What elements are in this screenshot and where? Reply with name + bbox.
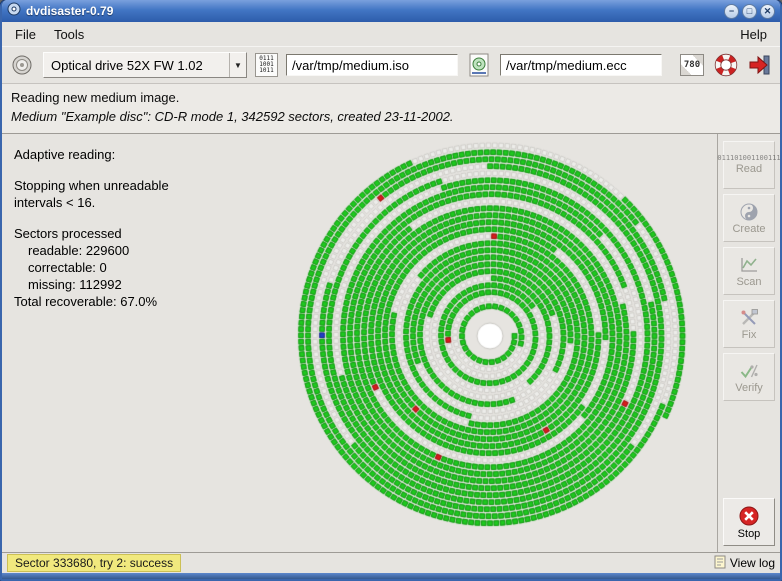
create-label: Create — [732, 223, 765, 235]
sector-status: Sector 333680, try 2: success — [7, 554, 181, 572]
lifebelt-icon — [714, 53, 738, 77]
drive-icon — [9, 52, 35, 78]
drive-select[interactable]: Optical drive 52X FW 1.02 ▼ — [43, 52, 247, 78]
stop-icon — [738, 505, 760, 527]
sectors-readable: readable: 229600 — [14, 242, 169, 259]
sectors-missing: missing: 112992 — [14, 276, 169, 293]
window-controls: − □ ✕ — [724, 4, 775, 19]
content-area: Adaptive reading: Stopping when unreadab… — [2, 134, 780, 552]
read-label: Read — [736, 163, 762, 175]
total-recoverable: Total recoverable: 67.0% — [14, 293, 169, 310]
reading-info-block: Adaptive reading: Stopping when unreadab… — [14, 146, 169, 310]
stopping-line2: intervals < 16. — [14, 194, 169, 211]
adaptive-reading-label: Adaptive reading: — [14, 146, 169, 163]
medium-info: Medium "Example disc": CD-R mode 1, 3425… — [11, 109, 771, 124]
maximize-button[interactable]: □ — [742, 4, 757, 19]
view-log-label: View log — [730, 556, 775, 570]
stopping-line1: Stopping when unreadable — [14, 177, 169, 194]
exit-arrow-icon — [748, 53, 772, 77]
main-panel: Adaptive reading: Stopping when unreadab… — [2, 134, 717, 552]
menu-tools[interactable]: Tools — [45, 24, 93, 45]
binary-read-icon: 011101001100111 — [717, 155, 780, 162]
menubar: File Tools Help — [2, 22, 780, 46]
ecc-file-icon — [466, 52, 492, 78]
menu-help[interactable]: Help — [731, 24, 776, 45]
view-log-button[interactable]: View log — [714, 555, 775, 572]
window-frame-bottom — [2, 573, 780, 579]
app-window: dvdisaster-0.79 − □ ✕ File Tools Help Op… — [0, 0, 782, 581]
sectors-processed-label: Sectors processed — [14, 225, 169, 242]
iso-path-input[interactable] — [286, 54, 458, 76]
ecc-path-input[interactable] — [500, 54, 662, 76]
iso-icon-row: 1011 — [259, 68, 273, 74]
checkmark-percent-icon — [739, 361, 759, 381]
preferences-button[interactable]: 780 — [679, 52, 705, 78]
chart-icon — [739, 255, 759, 275]
quit-button[interactable] — [747, 52, 773, 78]
sectors-correctable: correctable: 0 — [14, 259, 169, 276]
menu-file[interactable]: File — [6, 24, 45, 45]
fix-button[interactable]: Fix — [723, 300, 775, 348]
preferences-icon: 780 — [680, 54, 704, 76]
stop-button[interactable]: Stop — [723, 498, 775, 546]
window-title: dvdisaster-0.79 — [26, 4, 719, 18]
status-message-area: Reading new medium image. Medium "Exampl… — [2, 84, 780, 134]
toolbar: Optical drive 52X FW 1.02 ▼ 0111 1001 10… — [2, 46, 780, 84]
fix-label: Fix — [742, 329, 757, 341]
close-button[interactable]: ✕ — [760, 4, 775, 19]
verify-label: Verify — [735, 382, 763, 394]
yin-yang-icon — [739, 202, 759, 222]
titlebar[interactable]: dvdisaster-0.79 − □ ✕ — [2, 0, 780, 22]
drive-select-value: Optical drive 52X FW 1.02 — [44, 58, 229, 73]
disc-spiral-visualization — [290, 136, 690, 536]
action-title: Reading new medium image. — [11, 90, 771, 105]
sidebar: 011101001100111 Read Create — [717, 134, 780, 552]
log-icon — [714, 555, 726, 572]
chevron-down-icon: ▼ — [229, 53, 246, 77]
create-button[interactable]: Create — [723, 194, 775, 242]
tools-icon — [739, 308, 759, 328]
help-button[interactable] — [713, 52, 739, 78]
scan-label: Scan — [736, 276, 761, 288]
statusbar: Sector 333680, try 2: success View log — [2, 552, 780, 573]
iso-file-icon: 0111 1001 1011 — [255, 53, 278, 77]
read-button[interactable]: 011101001100111 Read — [723, 141, 775, 189]
stop-label: Stop — [738, 528, 761, 540]
scan-button[interactable]: Scan — [723, 247, 775, 295]
minimize-button[interactable]: − — [724, 4, 739, 19]
app-icon — [7, 2, 21, 21]
verify-button[interactable]: Verify — [723, 353, 775, 401]
